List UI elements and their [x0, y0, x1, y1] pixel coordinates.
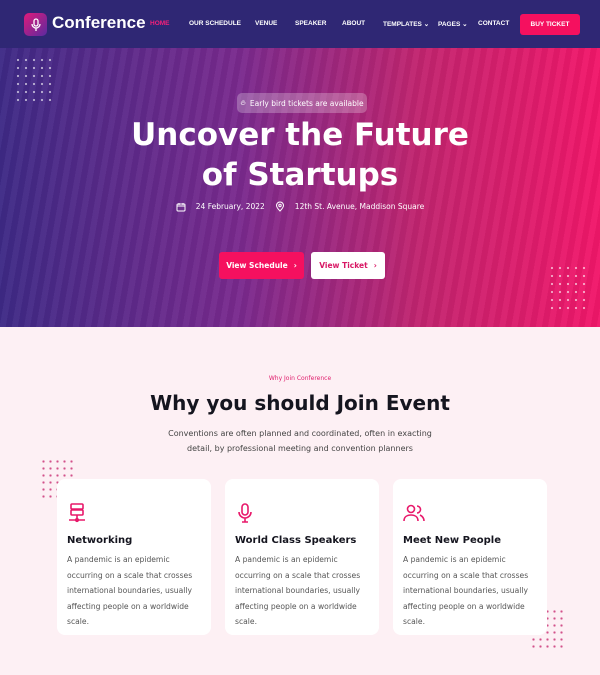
- badge-text: Early bird tickets are available: [249, 98, 364, 108]
- chevron-right-icon: ›: [293, 261, 297, 270]
- nav-templates[interactable]: TEMPLATES ⌄: [383, 20, 429, 28]
- view-schedule-button[interactable]: View Schedule ›: [219, 252, 304, 279]
- view-schedule-label: View Schedule: [226, 261, 288, 270]
- nav-schedule[interactable]: OUR SCHEDULE: [189, 20, 241, 27]
- nav-pages[interactable]: PAGES ⌄: [438, 20, 468, 28]
- fire-icon: 🔥︎: [240, 98, 246, 107]
- early-bird-badge: 🔥︎ Early bird tickets are available: [237, 93, 367, 113]
- dot-pattern: [548, 264, 590, 314]
- desc-line2: detail, by professional meeting and conv…: [187, 444, 413, 453]
- feature-card-networking: Networking A pandemic is an epidemic occ…: [57, 479, 211, 635]
- chevron-down-icon: ⌄: [460, 21, 468, 28]
- section-title: Why you should Join Event: [150, 391, 450, 415]
- microphone-icon: [30, 17, 41, 31]
- network-icon: [69, 503, 85, 523]
- event-date: 24 February, 2022: [195, 202, 265, 211]
- hero-title-line1: Uncover the Future: [131, 117, 469, 153]
- nav-contact[interactable]: CONTACT: [478, 20, 509, 27]
- nav-about[interactable]: ABOUT: [342, 20, 365, 27]
- calendar-icon: [176, 202, 186, 211]
- hero: 🔥︎ Early bird tickets are available Uncov…: [0, 48, 600, 327]
- location-pin-icon: [275, 201, 284, 212]
- feature-card-people: Meet New People A pandemic is an epidemi…: [393, 479, 547, 635]
- feature-card-speakers: World Class Speakers A pandemic is an ep…: [225, 479, 379, 635]
- card-title: World Class Speakers: [235, 535, 357, 546]
- section-eyebrow: Why Join Conference: [268, 375, 332, 382]
- event-location: 12th St. Avenue, Maddison Square: [294, 202, 425, 211]
- brand-name[interactable]: Conference: [52, 13, 146, 33]
- view-ticket-button[interactable]: View Ticket ›: [311, 252, 385, 279]
- card-text: A pandemic is an epidemic occurring on a…: [403, 555, 529, 626]
- card-text: A pandemic is an epidemic occurring on a…: [67, 555, 193, 626]
- chevron-down-icon: ⌄: [421, 21, 430, 28]
- desc-line1: Conventions are often planned and coordi…: [168, 429, 432, 438]
- event-meta: 24 February, 2022 12th St. Avenue, Maddi…: [0, 201, 600, 212]
- nav-speaker[interactable]: SPEAKER: [295, 20, 326, 27]
- chevron-right-icon: ›: [373, 261, 377, 270]
- hero-title: Uncover the Future of Startups: [0, 115, 600, 195]
- section-description: Conventions are often planned and coordi…: [0, 426, 600, 456]
- view-ticket-label: View Ticket: [319, 261, 368, 270]
- microphone-icon: [238, 503, 252, 523]
- logo[interactable]: [24, 13, 47, 36]
- nav-templates-label: TEMPLATES: [383, 21, 422, 28]
- top-nav: Conference HOME OUR SCHEDULE VENUE SPEAK…: [0, 0, 600, 48]
- hero-title-line2: of Startups: [201, 157, 399, 193]
- card-title: Meet New People: [403, 535, 501, 546]
- buy-ticket-button[interactable]: BUY TICKET: [520, 14, 580, 35]
- card-title: Networking: [67, 535, 133, 546]
- nav-home[interactable]: HOME: [150, 20, 170, 27]
- nav-venue[interactable]: VENUE: [255, 20, 277, 27]
- users-icon: [403, 504, 425, 522]
- dot-pattern: [14, 56, 56, 106]
- nav-pages-label: PAGES: [438, 21, 461, 28]
- card-text: A pandemic is an epidemic occurring on a…: [235, 555, 361, 626]
